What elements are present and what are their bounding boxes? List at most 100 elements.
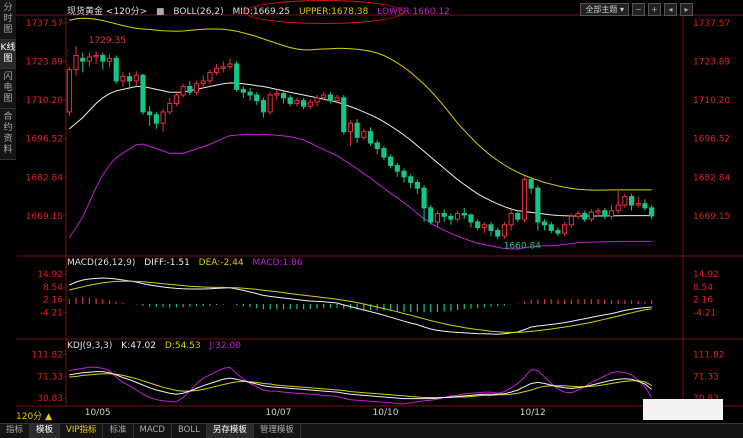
candle-body (167, 102, 173, 113)
right-arrow-icon[interactable]: ▸ (680, 3, 693, 16)
indicator-settings-icon[interactable]: ■ (156, 7, 165, 17)
candle-body (361, 131, 367, 138)
boll-label: BOLL(26,2) (173, 7, 224, 17)
candle-body (582, 213, 588, 220)
boll-mid-line (68, 82, 652, 217)
candle-body (388, 156, 394, 167)
candle-body (602, 210, 608, 217)
indicator-tab-bar: 指标 模板 VIP指标 标准 MACD BOLL 另存模板 管理模板 (0, 423, 743, 438)
y-tick-label-left: 1682.84 (26, 173, 63, 183)
candle-body (568, 215, 574, 226)
y-tick-label-left: 1669.15 (26, 212, 63, 222)
highlight-oval (244, 0, 404, 24)
candle-body (481, 224, 487, 229)
candle-body (160, 111, 166, 124)
candle-body (548, 224, 554, 231)
kdj-d-value: D:54.53 (164, 341, 201, 351)
y-tick-label-left: -4.21 (40, 308, 63, 318)
y-tick-label-right: 1696.52 (693, 135, 730, 145)
chart-toolbar: 全部主题 ▾ − + ◂ ▸ (580, 3, 693, 16)
candle-body (227, 63, 233, 68)
x-tick-label: 10/12 (519, 408, 546, 418)
candle-body (334, 97, 340, 102)
tab-vip-indicators[interactable]: VIP指标 (60, 424, 104, 438)
tab-standard[interactable]: 标准 (103, 424, 134, 438)
candle-body (106, 57, 113, 62)
macd-dea-value: DEA:-2.44 (198, 258, 244, 268)
candle-body (615, 204, 621, 212)
period-value: 120分 (16, 412, 43, 422)
kdj-d-line (69, 373, 652, 398)
candle-body (608, 210, 615, 217)
y-tick-label-left: 14.92 (37, 270, 63, 280)
tab-manage-templates[interactable]: 管理模板 (254, 424, 301, 438)
trading-chart-window: 分时图 K线图 闪电图 合约资料 1737.57 1737.57 1723.89 17… (0, 0, 743, 438)
candle-body (508, 213, 514, 226)
candle-body (414, 181, 420, 189)
candle-body (80, 57, 86, 62)
candle-body (214, 67, 220, 73)
tab-indicators[interactable]: 指标 (0, 424, 31, 438)
candle-body (73, 55, 79, 71)
y-tick-label-left: 71.33 (37, 372, 63, 382)
chart-canvas[interactable]: 1737.57 1737.57 1723.89 1723.89 1710.20 1710.… (0, 0, 743, 437)
candle-body (588, 211, 594, 220)
candle-body (180, 86, 186, 96)
candle-body (147, 111, 153, 116)
period-selector[interactable]: 120分 ▲ (16, 409, 52, 422)
candle-body (428, 207, 434, 223)
candle-body (120, 76, 126, 82)
candle-body (541, 221, 548, 226)
candle-body (93, 55, 99, 58)
candle-body (501, 224, 507, 237)
theme-dropdown[interactable]: 全部主题 ▾ (580, 3, 629, 16)
y-tick-label-right: 111.82 (693, 350, 725, 360)
y-tick-label-left: 1737.57 (26, 19, 63, 29)
chevron-down-icon: ▾ (619, 5, 624, 14)
time-axis: 10/05 10/07 10/10 10/12 (0, 407, 743, 419)
tab-boll[interactable]: BOLL (172, 424, 207, 438)
candle-body (234, 63, 240, 90)
candle-body (274, 93, 280, 96)
y-tick-label-left: 1710.20 (26, 96, 63, 106)
macd-diff-value: DIFF:-1.51 (144, 258, 190, 268)
candle-body (100, 55, 106, 62)
macd-macd-value: MACD:1.86 (252, 258, 303, 268)
candle-body (133, 74, 139, 82)
candle-body (153, 114, 159, 124)
candle-body (394, 165, 400, 172)
candle-body (307, 101, 313, 107)
plus-icon[interactable]: + (648, 3, 661, 16)
candle-body (555, 229, 561, 234)
candle-body (434, 213, 441, 223)
y-tick-label-right: 8.54 (693, 283, 713, 293)
candle-body (301, 100, 307, 107)
candle-body (575, 213, 581, 217)
candle-body (220, 66, 226, 69)
boll-upper-line (69, 17, 652, 191)
y-tick-label-left: 1696.52 (26, 135, 63, 145)
left-arrow-icon[interactable]: ◂ (664, 3, 677, 16)
candle-body (408, 176, 414, 183)
candle-body (535, 187, 541, 223)
candle-body (468, 214, 474, 223)
y-tick-label-left: 2.16 (43, 296, 63, 306)
tab-save-template[interactable]: 另存模板 (206, 424, 254, 438)
candle-body (488, 224, 494, 231)
kdj-j-value: J:32.00 (209, 341, 241, 351)
kdj-label: KDJ(9,3,3) (67, 341, 113, 351)
candle-body (187, 86, 193, 93)
candle-body (495, 229, 501, 237)
candle-body (287, 97, 293, 104)
minus-icon[interactable]: − (632, 3, 645, 16)
price-annotation: 1660.84 (504, 241, 541, 251)
tab-template[interactable]: 模板 (30, 424, 61, 438)
macd-label: MACD(26,12,9) (67, 258, 136, 268)
candle-body (341, 97, 347, 133)
candle-body (254, 94, 260, 102)
candle-body (374, 142, 380, 150)
tab-macd[interactable]: MACD (134, 424, 172, 438)
y-tick-label-right: 71.33 (693, 372, 719, 382)
y-tick-label-right: 14.92 (693, 270, 719, 280)
y-tick-label-left: 8.54 (43, 283, 63, 293)
